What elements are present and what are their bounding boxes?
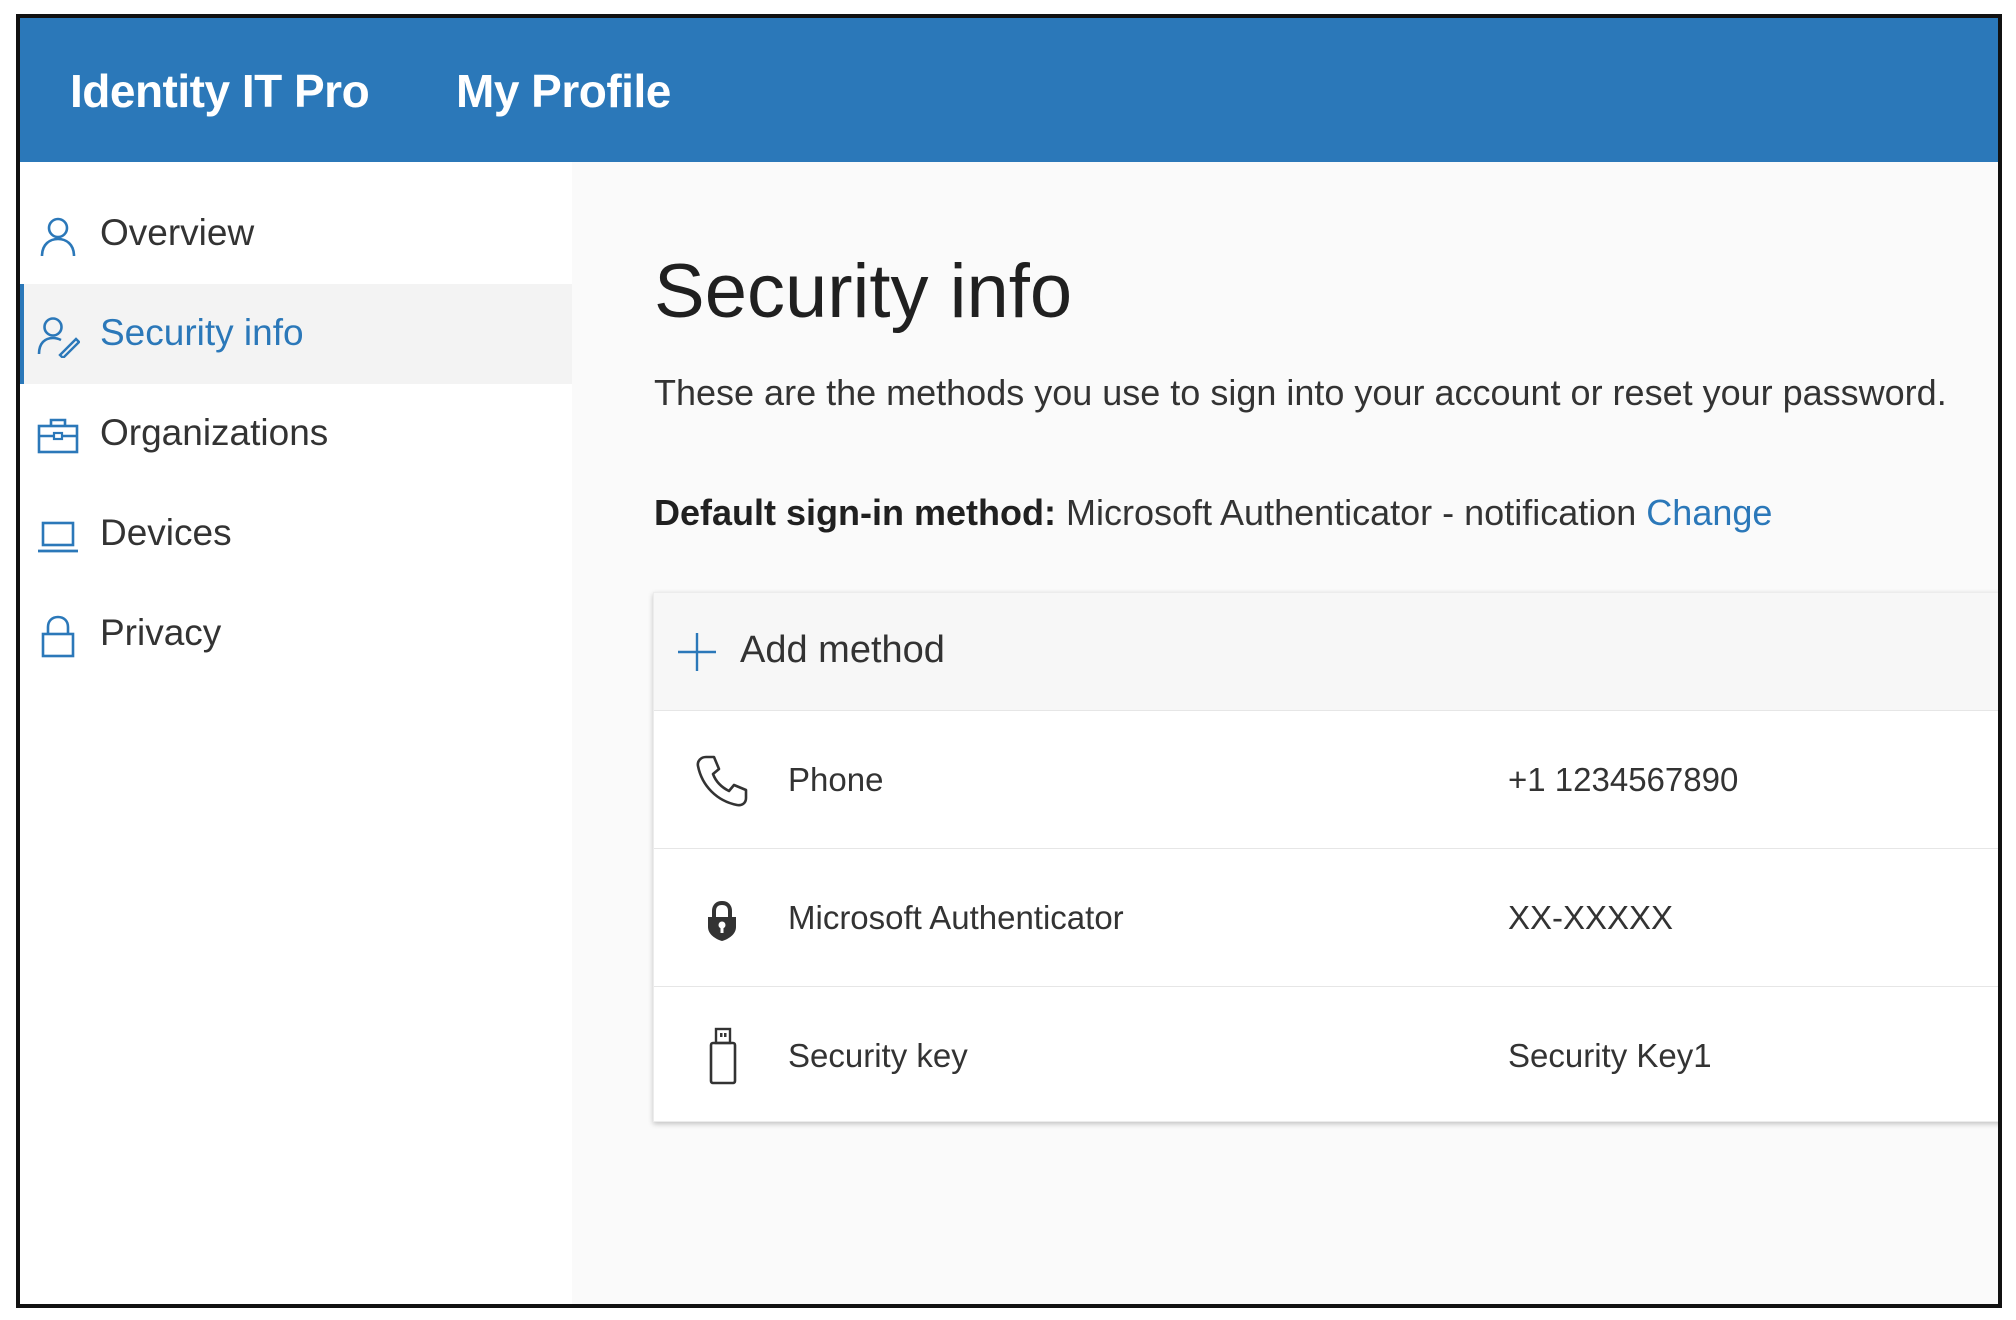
- sidebar-item-label: Security info: [100, 312, 304, 353]
- phone-icon: [696, 755, 748, 807]
- add-method-label: Add method: [740, 629, 945, 671]
- method-name: Security key: [788, 1037, 968, 1074]
- laptop-icon: [38, 521, 78, 553]
- methods-card: Add method Phone +1 1234567890 Microsoft…: [653, 592, 1998, 1125]
- main-content: Security info These are the methods you …: [572, 162, 1998, 1304]
- sidebar-item-organizations[interactable]: Organizations: [20, 384, 572, 484]
- sidebar-item-label: Overview: [100, 212, 255, 253]
- sidebar-item-label: Devices: [100, 512, 232, 553]
- authenticator-lock-icon: [708, 900, 736, 941]
- sidebar-item-privacy[interactable]: Privacy: [20, 584, 572, 684]
- sidebar-item-security-info[interactable]: Security info: [20, 284, 572, 384]
- add-method-button[interactable]: Add method: [654, 593, 1998, 711]
- method-detail: +1 1234567890: [1508, 761, 1739, 798]
- top-bar: Identity IT Pro My Profile: [20, 18, 1998, 162]
- method-row-security-key: Security key Security Key1: [654, 987, 1998, 1125]
- method-name: Microsoft Authenticator: [788, 899, 1124, 936]
- organization-name[interactable]: Identity IT Pro: [70, 64, 370, 118]
- page-description: These are the methods you use to sign in…: [654, 372, 1947, 413]
- method-row-authenticator: Microsoft Authenticator XX-XXXXX: [654, 849, 1998, 987]
- plus-icon: [678, 633, 716, 671]
- method-detail: XX-XXXXX: [1508, 899, 1674, 936]
- briefcase-icon: [37, 418, 79, 454]
- app-title[interactable]: My Profile: [456, 64, 671, 118]
- page-title: Security info: [654, 249, 1073, 334]
- default-method-label: Default sign-in method:: [654, 492, 1056, 533]
- usb-key-icon: [709, 1027, 737, 1085]
- app-window: Identity IT Pro My Profile Overview Secu…: [16, 14, 2002, 1308]
- method-row-phone: Phone +1 1234567890: [654, 711, 1998, 849]
- sidebar-item-devices[interactable]: Devices: [20, 484, 572, 584]
- person-key-icon: [37, 317, 80, 358]
- default-sign-in-method: Default sign-in method: Microsoft Authen…: [654, 492, 1772, 534]
- method-detail: Security Key1: [1508, 1037, 1712, 1074]
- default-method-value: Microsoft Authenticator - notification: [1066, 492, 1637, 533]
- sidebar-nav: Overview Security info Organizations Dev…: [20, 162, 573, 1304]
- sidebar-item-label: Privacy: [100, 612, 222, 653]
- change-default-link[interactable]: Change: [1646, 492, 1772, 533]
- sidebar-item-overview[interactable]: Overview: [20, 184, 572, 284]
- sidebar-item-label: Organizations: [100, 412, 329, 453]
- method-name: Phone: [788, 761, 884, 798]
- person-icon: [40, 217, 76, 257]
- lock-icon: [41, 615, 75, 658]
